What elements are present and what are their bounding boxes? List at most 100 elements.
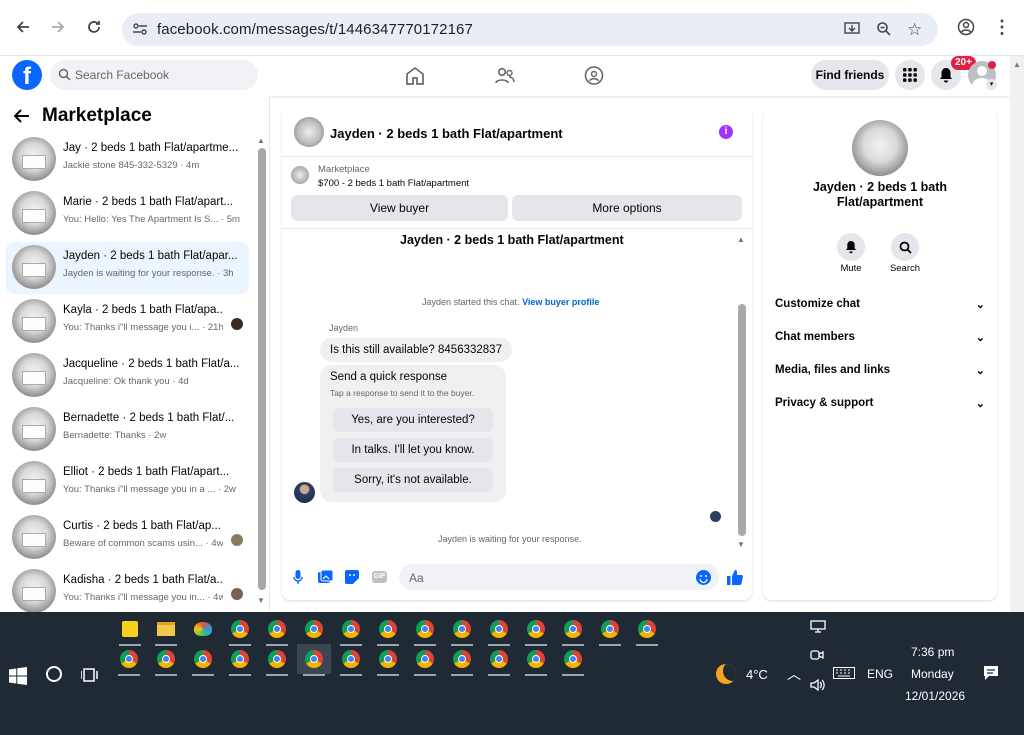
list-item[interactable]: Jacqueline · 2 beds 1 bath Flat/a... Jac… <box>6 350 249 402</box>
like-thumb-icon[interactable] <box>727 569 743 588</box>
chrome-icon[interactable] <box>523 616 549 646</box>
chat-title[interactable]: Jayden · 2 beds 1 bath Flat/apartment <box>330 126 563 141</box>
chat-scroll-down-icon[interactable]: ▼ <box>737 540 745 549</box>
chrome-icon[interactable] <box>375 616 401 646</box>
message-bubble[interactable]: Is this still available? 8456332837 <box>320 338 512 362</box>
chrome-icon[interactable] <box>634 616 660 646</box>
zoom-icon[interactable] <box>876 21 892 40</box>
forward-icon[interactable] <box>45 14 71 40</box>
chrome-icon[interactable] <box>227 646 253 676</box>
chat-members-row[interactable]: Chat members ⌄ <box>775 331 985 351</box>
install-app-icon[interactable] <box>844 21 860 40</box>
volume-icon[interactable] <box>810 678 826 695</box>
view-buyer-profile-link[interactable]: View buyer profile <box>522 297 599 307</box>
search-label[interactable]: Search <box>880 263 930 274</box>
scroll-down-icon[interactable]: ▼ <box>257 596 265 605</box>
friends-icon[interactable] <box>495 66 515 88</box>
message-input[interactable]: Aa <box>399 564 719 590</box>
chrome-icon[interactable] <box>375 646 401 676</box>
chrome-icon[interactable] <box>560 646 586 676</box>
chrome-icon[interactable] <box>264 616 290 646</box>
chrome-icon-active[interactable] <box>297 644 331 676</box>
sticker-icon[interactable] <box>345 570 359 587</box>
address-bar[interactable]: facebook.com/messages/t/1446347770172167… <box>122 13 938 46</box>
mute-label[interactable]: Mute <box>826 263 876 274</box>
view-buyer-button[interactable]: View buyer <box>291 195 508 221</box>
language-indicator[interactable]: ENG <box>867 667 893 681</box>
network-icon[interactable] <box>810 620 826 637</box>
find-friends-button[interactable]: Find friends <box>811 60 889 90</box>
browser-menu-icon[interactable]: ⋮ <box>989 14 1015 40</box>
emoji-icon[interactable] <box>696 570 711 585</box>
chrome-icon[interactable] <box>449 646 475 676</box>
chrome-icon[interactable] <box>449 616 475 646</box>
chrome-icon[interactable] <box>412 646 438 676</box>
sticky-notes-icon[interactable] <box>117 616 143 646</box>
customize-chat-row[interactable]: Customize chat ⌄ <box>775 298 985 318</box>
mute-bell-icon[interactable] <box>837 233 865 261</box>
chrome-icon[interactable] <box>301 616 327 646</box>
sender-avatar[interactable] <box>294 482 315 503</box>
chat-scrollbar-thumb[interactable] <box>738 304 746 536</box>
list-item[interactable]: Elliot · 2 beds 1 bath Flat/apart... You… <box>6 458 249 510</box>
home-icon[interactable] <box>405 66 425 88</box>
back-arrow-icon[interactable] <box>13 109 30 126</box>
chat-scroll-up-icon[interactable]: ▲ <box>737 235 745 244</box>
meet-now-icon[interactable] <box>810 648 824 665</box>
microphone-icon[interactable] <box>293 570 303 588</box>
keyboard-icon[interactable] <box>833 667 855 682</box>
list-item[interactable]: Kadisha · 2 beds 1 bath Flat/a... You: T… <box>6 566 249 618</box>
list-item[interactable]: Jayden · 2 beds 1 bath Flat/apar... Jayd… <box>6 242 249 294</box>
list-item[interactable]: Marie · 2 beds 1 bath Flat/apart... You:… <box>6 188 249 240</box>
menu-grid-icon[interactable] <box>895 60 925 90</box>
list-item[interactable]: Bernadette · 2 beds 1 bath Flat/... Bern… <box>6 404 249 456</box>
windows-start-icon[interactable] <box>9 667 27 688</box>
more-options-button[interactable]: More options <box>512 195 742 221</box>
task-view-icon[interactable] <box>80 667 99 686</box>
chrome-icon[interactable] <box>264 646 290 676</box>
list-item[interactable]: Kayla · 2 beds 1 bath Flat/apa... You: T… <box>6 296 249 348</box>
url-text[interactable]: facebook.com/messages/t/1446347770172167 <box>157 21 473 38</box>
chrome-icon[interactable] <box>486 646 512 676</box>
profile-icon[interactable] <box>953 14 979 40</box>
chrome-icon[interactable] <box>153 646 179 676</box>
reload-icon[interactable] <box>81 14 107 40</box>
chat-avatar[interactable] <box>294 117 324 147</box>
chrome-icon[interactable] <box>560 616 586 646</box>
search-input[interactable]: Search Facebook <box>50 60 258 90</box>
quick-response-yes[interactable]: Yes, are you interested? <box>333 408 493 432</box>
quick-response-talks[interactable]: In talks. I'll let you know. <box>333 438 493 462</box>
weather-moon-icon[interactable] <box>716 664 736 684</box>
privacy-support-row[interactable]: Privacy & support ⌄ <box>775 397 985 417</box>
quick-response-sorry[interactable]: Sorry, it's not available. <box>333 468 493 492</box>
list-item[interactable]: Curtis · 2 beds 1 bath Flat/ap... Beware… <box>6 512 249 564</box>
account-chevron-icon[interactable]: ▾ <box>986 79 997 90</box>
chrome-icon[interactable] <box>486 616 512 646</box>
weather-temp[interactable]: 4°C <box>746 667 768 682</box>
gif-icon[interactable]: GIF <box>372 571 387 583</box>
chrome-icon[interactable] <box>338 616 364 646</box>
clock-date[interactable]: 12/01/2026 <box>905 689 965 703</box>
chrome-icon[interactable] <box>116 646 142 676</box>
chrome-icon[interactable] <box>338 646 364 676</box>
list-scrollbar-thumb[interactable] <box>258 148 266 590</box>
bookmark-star-icon[interactable]: ☆ <box>907 20 922 40</box>
notification-center-icon[interactable] <box>983 665 999 684</box>
chrome-icon[interactable] <box>412 616 438 646</box>
file-explorer-icon[interactable] <box>153 616 179 646</box>
media-files-row[interactable]: Media, files and links ⌄ <box>775 364 985 384</box>
search-circle-icon[interactable] <box>46 666 62 682</box>
chrome-icon[interactable] <box>523 646 549 676</box>
chrome-icon[interactable] <box>227 616 253 646</box>
search-chat-icon[interactable] <box>891 233 919 261</box>
photo-icon[interactable] <box>318 569 334 587</box>
facebook-logo-icon[interactable]: f <box>12 60 42 90</box>
clock-time[interactable]: 7:36 pm <box>911 645 954 659</box>
paint-icon[interactable] <box>190 616 216 642</box>
page-scrollbar[interactable]: ▲ <box>1010 56 1024 612</box>
back-icon[interactable] <box>10 14 36 40</box>
groups-icon[interactable] <box>584 66 604 88</box>
scroll-up-icon[interactable]: ▲ <box>257 136 265 145</box>
chrome-icon[interactable] <box>190 646 216 676</box>
list-item[interactable]: Jay · 2 beds 1 bath Flat/apartme... Jack… <box>6 134 249 186</box>
